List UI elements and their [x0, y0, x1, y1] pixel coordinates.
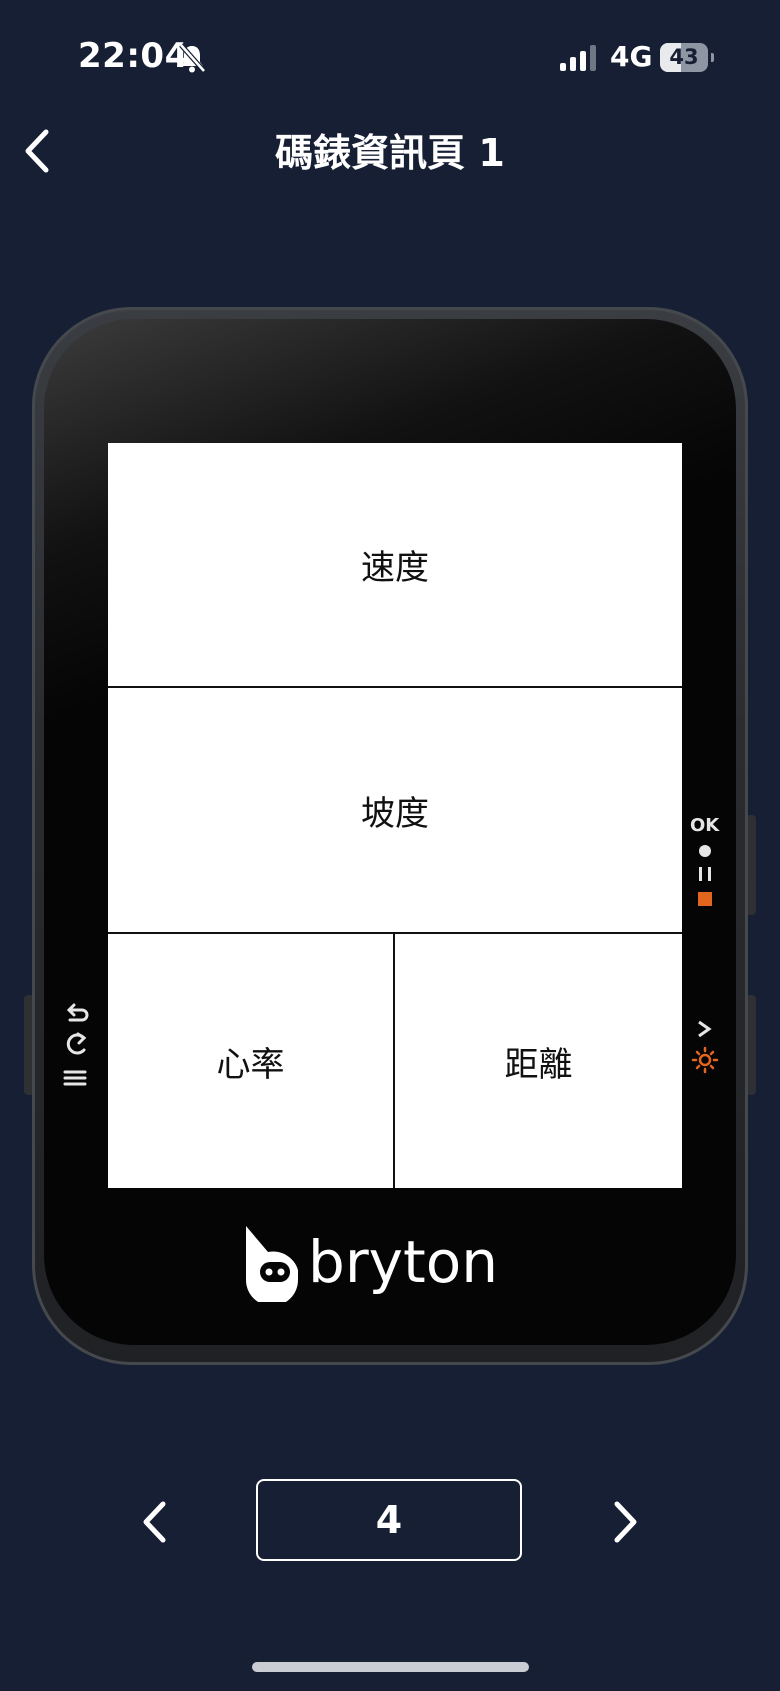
data-field-distance[interactable]: 距離 [395, 934, 682, 1188]
chevron-left-icon [25, 129, 49, 173]
battery-icon: 43 [660, 43, 714, 72]
data-field-speed[interactable]: 速度 [108, 443, 682, 688]
screen: 22:04 4G 43 碼錶資訊頁 1 速度 坡度 心率 距離 OK bryto… [0, 0, 780, 1691]
chevron-left-icon [143, 1501, 166, 1543]
signal-icon [560, 45, 596, 71]
chevron-right-icon [614, 1501, 637, 1543]
device-start-pause-icons [698, 845, 712, 906]
device-page-light-icons [691, 1020, 719, 1074]
network-label: 4G [610, 40, 653, 73]
page-number-box[interactable]: 4 [256, 1479, 522, 1561]
device-ok-label: OK [690, 815, 720, 836]
home-indicator[interactable] [252, 1662, 529, 1672]
status-bar: 22:04 4G 43 [0, 0, 780, 110]
status-time: 22:04 [78, 36, 189, 76]
data-field-heart-rate[interactable]: 心率 [108, 934, 395, 1188]
device-screen: 速度 坡度 心率 距離 [108, 443, 682, 1188]
data-field-grade[interactable]: 坡度 [108, 688, 682, 934]
next-page-button[interactable] [600, 1494, 650, 1550]
bell-muted-icon [179, 43, 206, 73]
back-button[interactable] [10, 120, 66, 182]
page-title: 碼錶資訊頁 1 [275, 131, 505, 175]
prev-page-button[interactable] [130, 1494, 180, 1550]
battery-percent: 43 [669, 45, 699, 69]
brand-name: bryton [308, 1228, 498, 1296]
bryton-logo: bryton [246, 1226, 498, 1302]
device-left-button-icons [63, 1003, 89, 1086]
